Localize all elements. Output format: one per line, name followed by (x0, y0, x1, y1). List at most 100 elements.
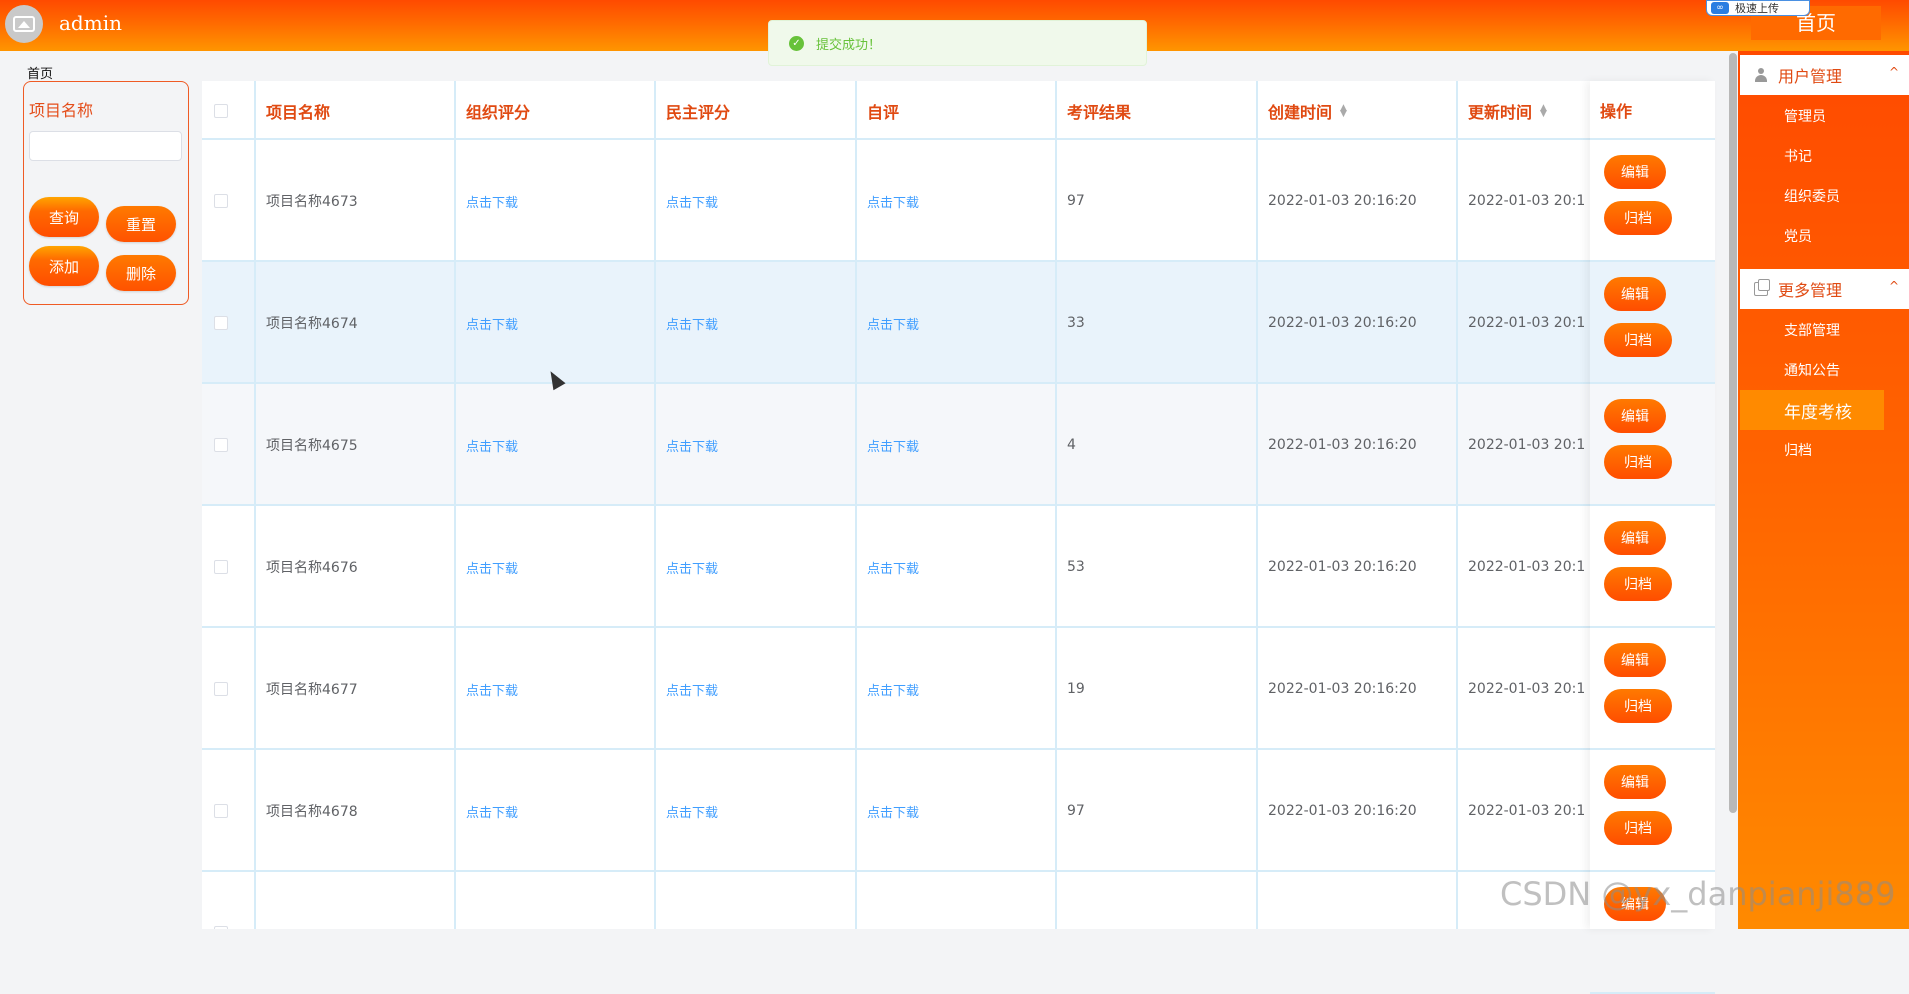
menu-item-admin[interactable]: 管理员 (1784, 106, 1826, 126)
cell-select[interactable] (202, 750, 256, 872)
archive-button[interactable]: 归档 (1604, 323, 1672, 357)
avatar[interactable] (5, 5, 43, 43)
cell-demo-score[interactable]: 点击下载 (656, 628, 857, 750)
cell-select[interactable] (202, 872, 256, 929)
row-checkbox[interactable] (214, 682, 228, 696)
chevron-up-icon: ^ (1888, 279, 1899, 293)
toast-message: 提交成功！ (816, 37, 882, 53)
cell-created: 2022-01-03 20:16:20 (1258, 628, 1458, 750)
cell-result: 4 (1057, 384, 1258, 506)
archive-button[interactable]: 归档 (1604, 689, 1672, 723)
upload-chip[interactable]: ∞ 极速上传 (1706, 0, 1810, 16)
archive-button[interactable]: 归档 (1604, 201, 1672, 235)
row-checkbox[interactable] (214, 438, 228, 452)
table-row[interactable]: 项目名称4677 点击下载 点击下载 点击下载 19 2022-01-03 20:16:2… (202, 628, 1711, 750)
sort-icon[interactable]: ▲ ▼ (1540, 103, 1548, 118)
query-button[interactable]: 查询 (29, 197, 99, 237)
col-header-created-label: 创建时间 (1268, 102, 1333, 122)
search-panel: 项目名称 查询 重置 添加 删除 (23, 81, 189, 305)
row-checkbox[interactable] (214, 804, 228, 818)
table-row[interactable] (202, 872, 1711, 929)
copy-icon (1754, 279, 1770, 296)
archive-button[interactable]: 归档 (1604, 567, 1672, 601)
cell-name: 项目名称4678 (256, 750, 456, 872)
col-header-created[interactable]: 创建时间 ▲ ▼ (1258, 81, 1458, 140)
cell-demo-score[interactable] (656, 872, 857, 929)
cell-org-score[interactable]: 点击下载 (456, 262, 656, 384)
select-all-cell[interactable] (202, 81, 256, 140)
cell-demo-score[interactable]: 点击下载 (656, 506, 857, 628)
cell-org-score[interactable]: 点击下载 (456, 506, 656, 628)
edit-button[interactable]: 编辑 (1604, 277, 1666, 311)
row-checkbox[interactable] (214, 560, 228, 574)
menu-item-annual-review[interactable]: 年度考核 (1740, 390, 1884, 430)
archive-button[interactable]: 归档 (1604, 445, 1672, 479)
menu-more-management[interactable]: 更多管理 ^ (1740, 269, 1909, 309)
menu-item-branch[interactable]: 支部管理 (1784, 320, 1840, 340)
col-header-result: 考评结果 (1057, 81, 1258, 140)
edit-button[interactable]: 编辑 (1604, 643, 1666, 677)
search-input[interactable] (29, 131, 182, 161)
cell-demo-score[interactable]: 点击下载 (656, 750, 857, 872)
data-table: 项目名称 组织评分 民主评分 自评 考评结果 创建时间 ▲ ▼ 更新时间 ▲ ▼ 项目名… (202, 81, 1711, 929)
cell-demo-score[interactable]: 点击下载 (656, 140, 857, 262)
cell-result (1057, 872, 1258, 929)
cell-select[interactable] (202, 628, 256, 750)
cell-self-eval[interactable]: 点击下载 (857, 140, 1057, 262)
breadcrumb[interactable]: 首页 (27, 63, 53, 82)
cell-org-score[interactable]: 点击下载 (456, 628, 656, 750)
menu-item-archive[interactable]: 归档 (1784, 440, 1812, 460)
cell-name: 项目名称4675 (256, 384, 456, 506)
cell-org-score[interactable]: 点击下载 (456, 384, 656, 506)
cell-result: 97 (1057, 140, 1258, 262)
sidebar: 用户管理 ^ 管理员 书记 组织委员 党员 更多管理 ^ 支部管理 通知公告 年… (1738, 51, 1909, 929)
row-checkbox[interactable] (214, 194, 228, 208)
select-all-checkbox[interactable] (214, 103, 228, 118)
edit-button[interactable]: 编辑 (1604, 155, 1666, 189)
archive-button[interactable]: 归档 (1604, 811, 1672, 845)
table-row[interactable]: 项目名称4674 点击下载 点击下载 点击下载 33 2022-01-03 20:16:2… (202, 262, 1711, 384)
cell-name (256, 872, 456, 929)
cell-select[interactable] (202, 140, 256, 262)
actions-cell: 编辑 归档 (1590, 506, 1715, 628)
menu-item-notice[interactable]: 通知公告 (1784, 360, 1840, 380)
cell-org-score[interactable] (456, 872, 656, 929)
cell-self-eval[interactable]: 点击下载 (857, 262, 1057, 384)
scrollbar[interactable] (1729, 53, 1737, 813)
cell-self-eval[interactable]: 点击下载 (857, 628, 1057, 750)
edit-button[interactable]: 编辑 (1604, 765, 1666, 799)
cell-self-eval[interactable]: 点击下载 (857, 384, 1057, 506)
cell-created: 2022-01-03 20:16:20 (1258, 384, 1458, 506)
cell-created (1258, 872, 1458, 929)
add-button[interactable]: 添加 (29, 246, 99, 286)
menu-group-label: 用户管理 (1778, 67, 1843, 86)
table-row[interactable]: 项目名称4675 点击下载 点击下载 点击下载 4 2022-01-03 20:16:20… (202, 384, 1711, 506)
row-checkbox[interactable] (214, 316, 228, 330)
table-row[interactable]: 项目名称4673 点击下载 点击下载 点击下载 97 2022-01-03 20:16:2… (202, 140, 1711, 262)
delete-button[interactable]: 删除 (106, 255, 176, 291)
menu-item-secretary[interactable]: 书记 (1784, 146, 1812, 166)
menu-item-party-member[interactable]: 党员 (1784, 226, 1812, 246)
cell-self-eval[interactable]: 点击下载 (857, 506, 1057, 628)
edit-button[interactable]: 编辑 (1604, 399, 1666, 433)
cell-select[interactable] (202, 506, 256, 628)
user-icon (1754, 68, 1768, 82)
cell-demo-score[interactable]: 点击下载 (656, 262, 857, 384)
reset-button[interactable]: 重置 (106, 206, 176, 242)
edit-button[interactable]: 编辑 (1604, 521, 1666, 555)
cell-self-eval[interactable]: 点击下载 (857, 750, 1057, 872)
cell-select[interactable] (202, 384, 256, 506)
cell-org-score[interactable]: 点击下载 (456, 750, 656, 872)
cell-name: 项目名称4674 (256, 262, 456, 384)
menu-item-org-member[interactable]: 组织委员 (1784, 186, 1840, 206)
actions-cell: 编辑 归档 (1590, 384, 1715, 506)
cell-demo-score[interactable]: 点击下载 (656, 384, 857, 506)
col-header-demo-score: 民主评分 (656, 81, 857, 140)
table-row[interactable]: 项目名称4678 点击下载 点击下载 点击下载 97 2022-01-03 20:16:2… (202, 750, 1711, 872)
cell-org-score[interactable]: 点击下载 (456, 140, 656, 262)
menu-user-management[interactable]: 用户管理 ^ (1740, 55, 1909, 95)
table-row[interactable]: 项目名称4676 点击下载 点击下载 点击下载 53 2022-01-03 20:16:2… (202, 506, 1711, 628)
sort-icon[interactable]: ▲ ▼ (1340, 103, 1348, 118)
cell-self-eval[interactable] (857, 872, 1057, 929)
cell-select[interactable] (202, 262, 256, 384)
